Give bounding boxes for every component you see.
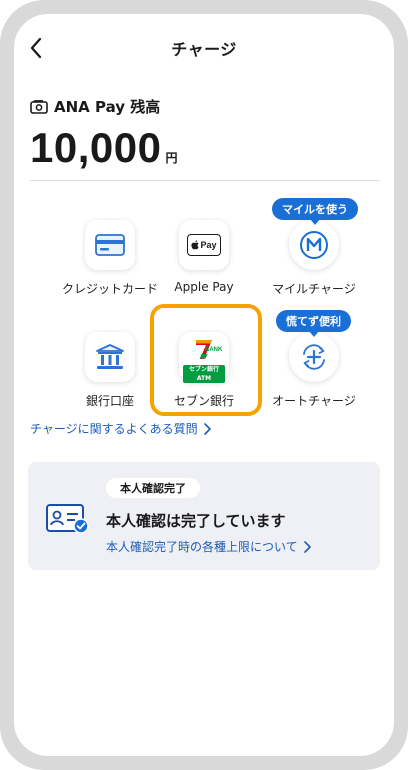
option-icon-box: Pay <box>179 220 229 270</box>
page-title: チャージ <box>171 40 237 59</box>
option-auto-charge[interactable]: オートチャージ <box>254 332 374 432</box>
verification-limits-link-text: 本人確認完了時の各種上限について <box>106 540 298 554</box>
promo-badge-mile: マイルを使う <box>272 198 358 225</box>
chevron-right-icon <box>303 540 311 553</box>
option-icon-box <box>289 332 339 382</box>
header: チャージ <box>14 14 394 80</box>
option-label: マイルチャージ <box>272 282 356 296</box>
option-mile-charge[interactable]: マイルチャージ <box>254 220 374 320</box>
auto-charge-icon <box>303 344 325 370</box>
faq-link-text: チャージに関するよくある質問 <box>30 422 198 436</box>
promo-badge-auto-charge: 慌てず便利 <box>276 310 351 337</box>
option-icon-box <box>289 220 339 270</box>
apple-logo-icon <box>191 240 200 250</box>
mile-m-icon <box>300 231 328 259</box>
chevron-right-icon <box>203 422 211 435</box>
highlight-box <box>150 304 262 416</box>
faq-link[interactable]: チャージに関するよくある質問 <box>30 420 211 437</box>
bank-icon <box>96 344 124 369</box>
option-label: Apple Pay <box>174 280 234 294</box>
balance-label: ANA Pay 残高 <box>54 98 161 116</box>
credit-card-icon <box>95 234 125 256</box>
balance-unit: 円 <box>165 151 178 165</box>
balance-row: 10,000 円 <box>30 124 177 172</box>
id-card-verified-icon <box>46 504 89 534</box>
option-icon-box <box>85 332 135 382</box>
apple-pay-text: Pay <box>200 240 217 250</box>
option-label: オートチャージ <box>272 394 356 408</box>
verification-limits-link[interactable]: 本人確認完了時の各種上限について <box>106 538 311 555</box>
screen: チャージ ANA Pay 残高 10,000 円 クレジットカード Pay Ap… <box>14 14 394 756</box>
balance-label-row: ANA Pay 残高 <box>30 96 160 117</box>
apple-pay-icon: Pay <box>187 234 221 256</box>
verification-badge: 本人確認完了 <box>106 478 200 498</box>
balance-amount: 10,000 <box>30 124 162 171</box>
option-icon-box <box>85 220 135 270</box>
wallet-icon <box>30 99 48 114</box>
divider <box>30 180 380 181</box>
verification-card: 本人確認完了 本人確認は完了しています 本人確認完了時の各種上限について <box>28 462 380 570</box>
verification-title: 本人確認は完了しています <box>106 512 286 530</box>
